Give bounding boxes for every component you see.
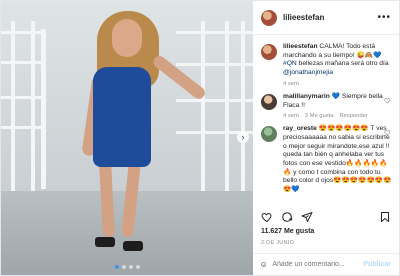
- railing-post: [201, 21, 205, 191]
- railing-bar: [1, 126, 41, 129]
- hashtag-link[interactable]: #QN: [283, 60, 297, 67]
- post-photo[interactable]: ›: [1, 1, 253, 275]
- railing-bar: [1, 61, 41, 64]
- railing-post: [41, 29, 46, 189]
- like-comment-heart-icon[interactable]: [384, 97, 391, 104]
- post-actions: [261, 211, 391, 223]
- comment: ray_oreste 😍😍😍😍😍😍 T ves preciosaaaaaa no…: [261, 125, 391, 195]
- emoji-icon[interactable]: [261, 259, 267, 270]
- add-comment-bar: Publicar: [253, 253, 399, 275]
- comment-time: 4 sem: [283, 80, 299, 87]
- comment-text: lilieestefan CALMA! Todo está marchando …: [283, 43, 389, 77]
- bookmark-icon[interactable]: [379, 211, 391, 223]
- comment-text: ray_oreste 😍😍😍😍😍😍 T ves preciosaaaaaa no…: [283, 125, 392, 194]
- more-options-icon[interactable]: •••: [377, 12, 391, 23]
- carousel-dot: [135, 265, 140, 269]
- add-comment-input[interactable]: [272, 261, 364, 268]
- reply-button[interactable]: Responder: [339, 113, 367, 119]
- commenter-avatar[interactable]: [261, 93, 277, 110]
- commenter-avatar[interactable]: [261, 44, 277, 60]
- commenter-avatar[interactable]: [261, 126, 277, 143]
- mention-link[interactable]: @jonathanjmejia: [283, 69, 333, 76]
- next-image-button[interactable]: ›: [237, 131, 249, 143]
- comment-likes[interactable]: 3 Me gusta: [305, 113, 334, 119]
- instagram-post: › lilieestefan ••• lilieestefan CALMA! T…: [0, 0, 400, 276]
- share-send-icon[interactable]: [301, 211, 313, 223]
- railing-post: [225, 21, 229, 191]
- railing-post: [241, 21, 245, 191]
- comment-time: 4 sem: [283, 113, 299, 120]
- carousel-dot: [121, 265, 126, 269]
- like-comment-heart-icon[interactable]: [384, 129, 391, 136]
- carousel-dot: [128, 265, 133, 269]
- railing-post: [31, 21, 35, 191]
- person-left-shoe: [95, 237, 115, 247]
- comment-username[interactable]: lilieestefan: [283, 43, 318, 50]
- person-face: [112, 19, 142, 57]
- person-right-shoe: [123, 241, 143, 251]
- comment-bubble-icon[interactable]: [281, 211, 293, 223]
- comments-list: lilieestefan CALMA! Todo está marchando …: [253, 35, 399, 195]
- blue-dress: [93, 67, 151, 167]
- author-username[interactable]: lilieestefan: [283, 13, 324, 22]
- railing-post: [11, 21, 15, 191]
- post-side-panel: lilieestefan ••• lilieestefan CALMA! Tod…: [253, 1, 399, 275]
- like-heart-icon[interactable]: [261, 211, 273, 223]
- comment-text: malillanymarin 💙 Siempre bella Flaca !!: [283, 92, 383, 109]
- comment-username[interactable]: ray_oreste: [283, 125, 317, 132]
- post-header: lilieestefan •••: [253, 1, 399, 35]
- comment-meta: 4 sem: [283, 81, 393, 87]
- comment-username[interactable]: malillanymarin: [283, 93, 330, 100]
- caption-comment: lilieestefan CALMA! Todo está marchando …: [261, 43, 391, 87]
- post-date: 2 DE JUNIO: [261, 240, 295, 246]
- carousel-dot-active: [114, 265, 119, 269]
- chevron-right-icon: ›: [241, 131, 245, 142]
- publish-button[interactable]: Publicar: [363, 261, 391, 268]
- author-avatar[interactable]: [261, 9, 277, 26]
- railing-bar: [1, 96, 41, 99]
- railing-bar: [1, 31, 41, 34]
- likes-count[interactable]: 11.627 Me gusta: [261, 228, 314, 235]
- comment-meta: 4 sem 3 Me gusta Responder: [283, 113, 393, 119]
- comment: malillanymarin 💙 Siempre bella Flaca !! …: [261, 93, 391, 119]
- carousel-indicator: [1, 265, 253, 269]
